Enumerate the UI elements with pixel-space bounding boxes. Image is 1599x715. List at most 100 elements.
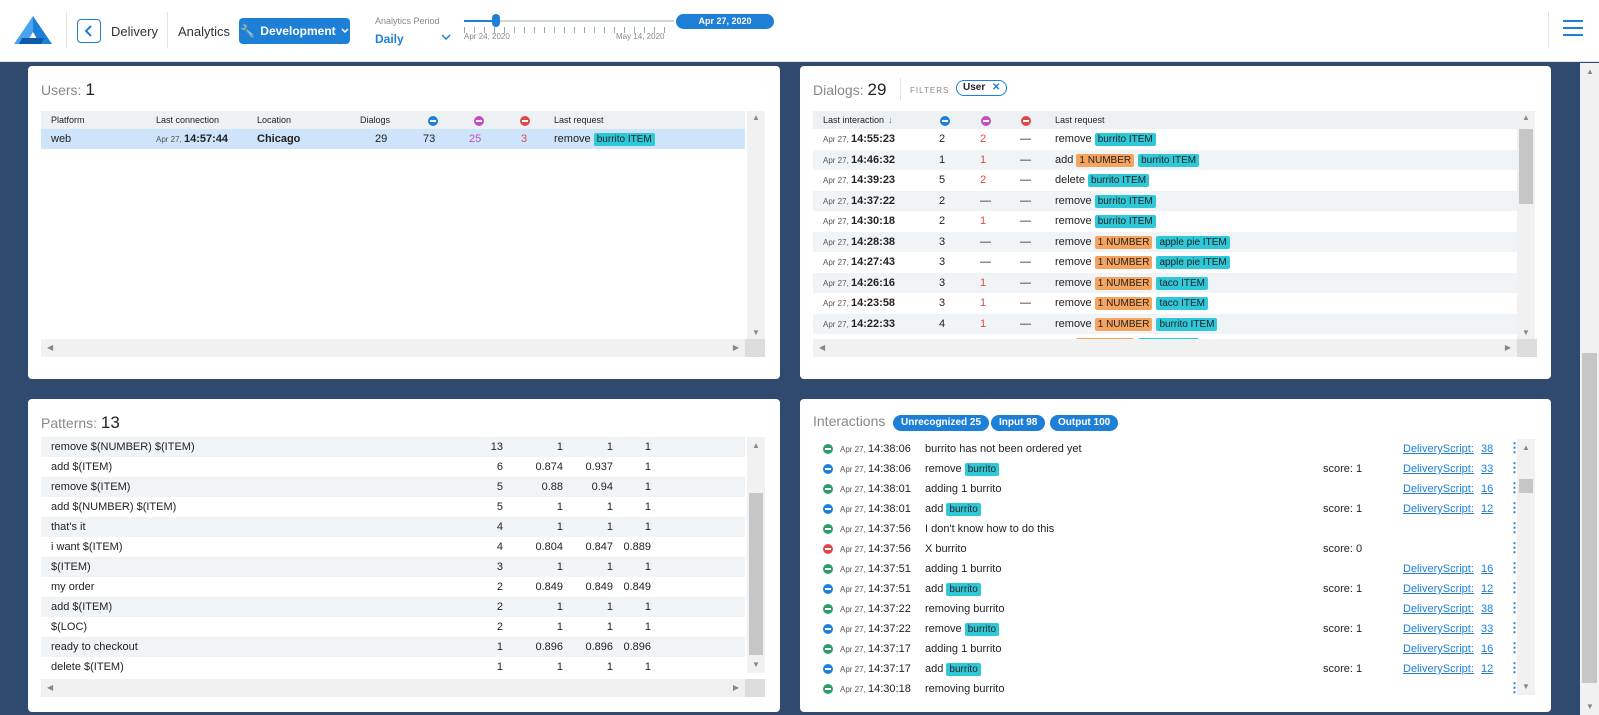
script-link[interactable]: DeliveryScript: xyxy=(1403,443,1474,455)
more-menu-icon[interactable]: ⋮ xyxy=(1508,580,1517,596)
line-link[interactable]: 12 xyxy=(1481,583,1493,595)
table-row[interactable]: Apr 27, 14:26:16 3 1 — remove 1 NUMBER taco I… xyxy=(813,272,1517,293)
list-item[interactable]: Apr 27, 14:38:01 add burrito score: 1 Deliv… xyxy=(813,499,1517,519)
line-link[interactable]: 16 xyxy=(1481,563,1493,575)
table-row[interactable]: remove $(ITEM) 5 0.88 0.94 1 xyxy=(41,477,745,497)
input-icon[interactable] xyxy=(428,115,438,126)
col-platform[interactable]: Platform xyxy=(51,115,85,125)
list-item[interactable]: Apr 27, 14:37:51 add burrito score: 1 Deliv… xyxy=(813,579,1517,599)
more-menu-icon[interactable]: ⋮ xyxy=(1508,460,1517,476)
table-row[interactable]: Apr 27, 14:55:23 2 2 — remove burrito ITEM xyxy=(813,129,1517,149)
dialogs-vscrollbar[interactable]: ▲ ▼ xyxy=(1517,111,1535,339)
nav-delivery[interactable]: Delivery xyxy=(111,24,158,39)
users-vscrollbar[interactable]: ▲ ▼ xyxy=(747,111,765,339)
table-row[interactable]: ready to checkout 1 0.896 0.896 0.896 xyxy=(41,637,745,657)
list-item[interactable]: Apr 27, 14:38:06 remove burrito score: 1 De… xyxy=(813,459,1517,479)
line-link[interactable]: 33 xyxy=(1481,623,1493,635)
script-link[interactable]: DeliveryScript: xyxy=(1403,483,1474,495)
user-filter-chip[interactable]: User ✕ xyxy=(956,80,1008,96)
table-row[interactable]: that's it 4 1 1 1 xyxy=(41,517,745,537)
timeline-handle[interactable] xyxy=(492,14,500,27)
table-row[interactable]: Apr 27, 14:37:22 2 — — remove burrito ITEM xyxy=(813,190,1517,211)
script-link[interactable]: DeliveryScript: xyxy=(1403,663,1474,675)
more-menu-icon[interactable]: ⋮ xyxy=(1508,500,1517,516)
table-row[interactable]: i want $(ITEM) 4 0.804 0.847 0.889 xyxy=(41,537,745,557)
list-item[interactable]: Apr 27, 14:37:22 remove burrito score: 1 De… xyxy=(813,619,1517,639)
table-row[interactable]: Apr 27, 14:23:58 3 1 — remove 1 NUMBER taco I… xyxy=(813,293,1517,313)
output-icon[interactable] xyxy=(981,115,991,126)
more-menu-icon[interactable]: ⋮ xyxy=(1508,520,1517,536)
output-icon[interactable] xyxy=(474,115,484,126)
patterns-hscrollbar[interactable]: ◀ ▶ xyxy=(41,679,745,697)
interactions-vscrollbar[interactable]: ▲ ▼ xyxy=(1517,439,1535,695)
dialogs-hscrollbar[interactable]: ◀ ▶ xyxy=(813,339,1517,357)
more-menu-icon[interactable]: ⋮ xyxy=(1508,560,1517,576)
interactions-scroll-thumb[interactable] xyxy=(1519,479,1533,493)
script-link[interactable]: DeliveryScript: xyxy=(1403,583,1474,595)
table-row[interactable]: Apr 27, 14:27:43 3 — — remove 1 NUMBER apple … xyxy=(813,252,1517,272)
list-item[interactable]: Apr 27, 14:37:56 I don't know how to do t… xyxy=(813,519,1517,539)
line-link[interactable]: 12 xyxy=(1481,503,1493,515)
menu-icon[interactable] xyxy=(1563,20,1583,38)
app-logo-icon[interactable] xyxy=(14,16,52,44)
script-link[interactable]: DeliveryScript: xyxy=(1403,603,1474,615)
nav-analytics[interactable]: Analytics xyxy=(178,24,230,39)
users-hscrollbar[interactable]: ◀ ▶ xyxy=(41,339,745,357)
dialogs-scroll-thumb[interactable] xyxy=(1519,129,1533,204)
table-row[interactable]: delete $(ITEM) 1 1 1 1 xyxy=(41,657,745,677)
output-chip[interactable]: Output 100 xyxy=(1050,415,1119,431)
list-item[interactable]: Apr 27, 14:38:01 adding 1 burrito Deliver… xyxy=(813,479,1517,499)
timeline-slider[interactable]: Apr 24, 2020 May 14, 2020 Apr 27, 2020 xyxy=(464,10,774,50)
line-link[interactable]: 38 xyxy=(1481,603,1493,615)
line-link[interactable]: 38 xyxy=(1481,443,1493,455)
col-last-request[interactable]: Last request xyxy=(554,115,604,125)
line-link[interactable]: 12 xyxy=(1481,663,1493,675)
script-link[interactable]: DeliveryScript: xyxy=(1403,563,1474,575)
sort-icon[interactable]: ↓ xyxy=(888,115,893,125)
more-menu-icon[interactable]: ⋮ xyxy=(1508,600,1517,616)
close-icon[interactable]: ✕ xyxy=(992,82,1000,93)
table-row[interactable]: Apr 27, 14:28:38 3 — — remove 1 NUMBER apple … xyxy=(813,231,1517,252)
table-row[interactable]: Apr 27, 14:46:32 1 1 — add 1 NUMBER burrito I… xyxy=(813,149,1517,170)
more-menu-icon[interactable]: ⋮ xyxy=(1508,640,1517,656)
unrecognized-icon[interactable] xyxy=(520,115,530,126)
period-select[interactable]: Daily xyxy=(375,32,451,46)
list-item[interactable]: Apr 27, 14:37:56 X burrito score: 0 ⋮ xyxy=(813,539,1517,559)
page-scroll-thumb[interactable] xyxy=(1582,353,1597,683)
script-link[interactable]: DeliveryScript: xyxy=(1403,623,1474,635)
table-row[interactable]: Apr 27, 14:30:18 2 1 — remove burrito ITEM xyxy=(813,211,1517,231)
page-scrollbar[interactable]: ▲ ▼ xyxy=(1580,63,1599,715)
more-menu-icon[interactable]: ⋮ xyxy=(1508,540,1517,556)
more-menu-icon[interactable]: ⋮ xyxy=(1508,660,1517,676)
line-link[interactable]: 16 xyxy=(1481,643,1493,655)
script-link[interactable]: DeliveryScript: xyxy=(1403,503,1474,515)
table-row[interactable]: Apr 27, 14:22:33 4 1 — remove 1 NUMBER burrit… xyxy=(813,313,1517,334)
input-icon[interactable] xyxy=(940,115,950,126)
list-item[interactable]: Apr 27, 14:37:51 adding 1 burrito Deliver… xyxy=(813,559,1517,579)
table-row[interactable]: add $(ITEM) 6 0.874 0.937 1 xyxy=(41,457,745,477)
line-link[interactable]: 33 xyxy=(1481,463,1493,475)
back-button[interactable] xyxy=(77,19,101,43)
list-item[interactable]: Apr 27, 14:38:06 burrito has not been ord… xyxy=(813,439,1517,459)
development-button[interactable]: 🔧 Development xyxy=(239,18,350,44)
table-row[interactable]: $(LOC) 2 1 1 1 xyxy=(41,617,745,637)
input-chip[interactable]: Input 98 xyxy=(991,415,1046,431)
table-row[interactable]: $(ITEM) 3 1 1 1 xyxy=(41,557,745,577)
list-item[interactable]: Apr 27, 14:30:18 removing burrito ⋮ xyxy=(813,679,1517,699)
col-dialogs[interactable]: Dialogs xyxy=(360,115,390,125)
more-menu-icon[interactable]: ⋮ xyxy=(1508,480,1517,496)
patterns-vscrollbar[interactable]: ▲ ▼ xyxy=(747,437,765,673)
script-link[interactable]: DeliveryScript: xyxy=(1403,643,1474,655)
table-row[interactable]: remove $(NUMBER) $(ITEM) 13 1 1 1 xyxy=(41,437,745,457)
list-item[interactable]: Apr 27, 14:37:22 removing burrito Deliver… xyxy=(813,599,1517,619)
more-menu-icon[interactable]: ⋮ xyxy=(1508,620,1517,636)
table-row[interactable]: web Apr 27, 14:57:44 Chicago 29 73 25 3 remove … xyxy=(41,129,745,149)
col-location[interactable]: Location xyxy=(257,115,291,125)
list-item[interactable]: Apr 27, 14:37:17 add burrito score: 1 Deliv… xyxy=(813,659,1517,679)
table-row[interactable]: Apr 27, 14:39:23 5 2 — delete burrito ITEM xyxy=(813,170,1517,190)
more-menu-icon[interactable]: ⋮ xyxy=(1508,440,1517,456)
list-item[interactable]: Apr 27, 14:37:17 adding 1 burrito Deliver… xyxy=(813,639,1517,659)
patterns-scroll-thumb[interactable] xyxy=(749,493,763,655)
script-link[interactable]: DeliveryScript: xyxy=(1403,463,1474,475)
line-link[interactable]: 16 xyxy=(1481,483,1493,495)
